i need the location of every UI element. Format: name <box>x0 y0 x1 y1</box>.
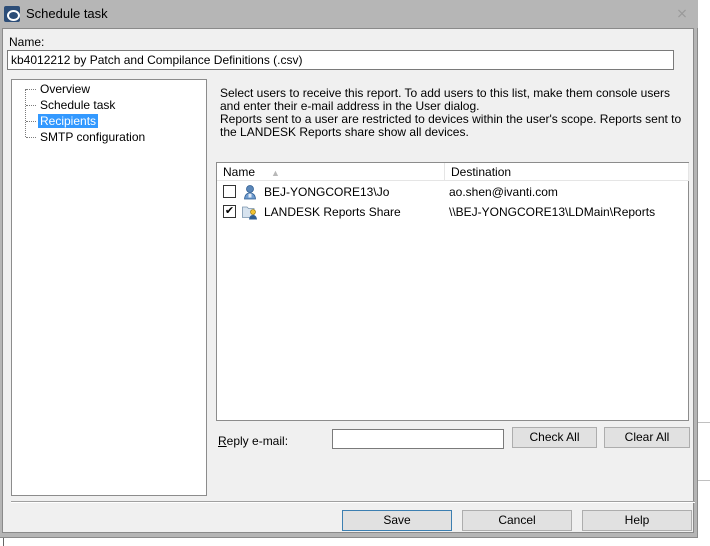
tree-item-smtp-configuration[interactable]: SMTP configuration <box>25 130 147 145</box>
title-bar[interactable]: Schedule task ⨯ <box>0 0 698 28</box>
schedule-task-dialog: Schedule task ⨯ Name: Overview Schedule … <box>0 0 698 538</box>
column-header-name[interactable]: Name ▲ <box>217 163 445 181</box>
row-checkbox-checked[interactable]: ✔ <box>223 205 236 218</box>
name-label: Name: <box>9 35 45 49</box>
name-input[interactable] <box>7 50 674 70</box>
tree-item-label: SMTP configuration <box>40 130 146 144</box>
close-icon: ⨯ <box>676 5 688 21</box>
recipients-description: Select users to receive this report. To … <box>220 87 690 139</box>
description-paragraph-2: Reports sent to a user are restricted to… <box>220 112 682 139</box>
tree-item-overview[interactable]: Overview <box>25 82 92 97</box>
close-button[interactable]: ⨯ <box>674 5 690 21</box>
list-row[interactable]: BEJ-YONGCORE13\Jo ao.shen@ivanti.com <box>217 182 688 202</box>
clear-all-button[interactable]: Clear All <box>604 427 690 448</box>
tree-item-recipients[interactable]: Recipients <box>25 114 99 129</box>
app-icon <box>4 6 20 22</box>
navigation-tree: Overview Schedule task Recipients SMTP c… <box>11 79 207 496</box>
footer-separator <box>11 501 695 503</box>
description-paragraph-1: Select users to receive this report. To … <box>220 86 670 113</box>
background-line <box>698 480 710 481</box>
save-button[interactable]: Save <box>342 510 452 531</box>
recipient-destination: \\BEJ-YONGCORE13\LDMain\Reports <box>449 205 656 219</box>
check-all-button[interactable]: Check All <box>512 427 597 448</box>
sort-ascending-icon: ▲ <box>271 168 280 178</box>
recipient-destination: ao.shen@ivanti.com <box>449 185 558 199</box>
background-tick <box>3 538 4 546</box>
dialog-client-area: Name: Overview Schedule task Recipients … <box>2 28 695 533</box>
cancel-button[interactable]: Cancel <box>462 510 572 531</box>
tree-item-label: Recipients <box>38 114 99 128</box>
reply-email-input[interactable] <box>332 429 504 449</box>
tree-item-label: Overview <box>40 82 91 96</box>
column-header-destination[interactable]: Destination <box>445 163 689 181</box>
recipient-name: BEJ-YONGCORE13\Jo <box>264 185 390 199</box>
tree-item-schedule-task[interactable]: Schedule task <box>25 98 117 113</box>
window-title: Schedule task <box>26 6 108 21</box>
list-header: Name ▲ Destination <box>217 163 689 181</box>
recipients-list[interactable]: Name ▲ Destination BEJ-YONGCORE13\Jo ao.… <box>216 162 689 421</box>
list-row[interactable]: ✔ LANDESK Reports Share \\BEJ-YONGCORE13… <box>217 202 688 222</box>
recipient-name: LANDESK Reports Share <box>264 205 401 219</box>
help-button[interactable]: Help <box>582 510 692 531</box>
background-line <box>698 422 710 423</box>
row-checkbox[interactable] <box>223 185 236 198</box>
reply-email-label: Reply e-mail: <box>218 434 289 448</box>
tree-item-label: Schedule task <box>40 98 116 112</box>
shared-folder-user-icon <box>242 206 257 220</box>
user-icon <box>244 185 256 200</box>
